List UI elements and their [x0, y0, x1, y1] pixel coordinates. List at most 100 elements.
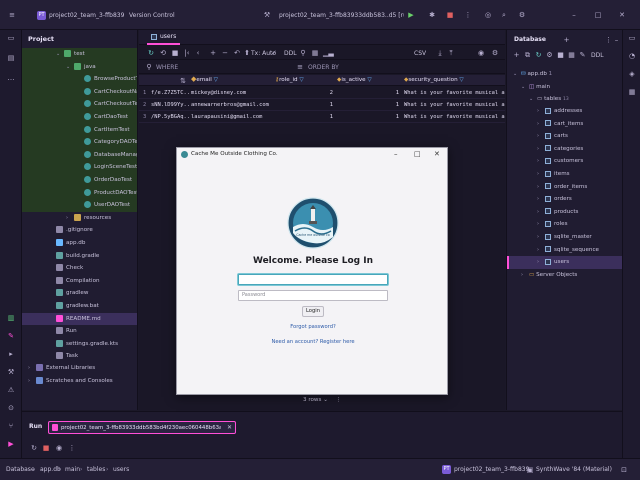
- column-nav-icon[interactable]: ⇅: [179, 77, 187, 85]
- grid-icon[interactable]: ▦: [311, 49, 319, 57]
- db-main-schema[interactable]: ⌄ ◫ main: [521, 81, 550, 94]
- chevron-right-icon[interactable]: ›: [537, 206, 545, 219]
- debug-icon[interactable]: ✱: [428, 11, 436, 19]
- chevron-right-icon[interactable]: ›: [537, 143, 545, 156]
- run-icon[interactable]: ▶: [407, 11, 415, 19]
- db-table-item[interactable]: › order_items: [507, 181, 622, 194]
- email-field[interactable]: [238, 274, 388, 285]
- db-table-item[interactable]: › items: [507, 168, 622, 181]
- project-tree-item[interactable]: gradlew.bat: [22, 300, 137, 313]
- project-tree-item[interactable]: DatabaseManager: [22, 148, 137, 162]
- minimize-icon[interactable]: –: [570, 11, 578, 19]
- ddl-button[interactable]: DDL: [284, 50, 297, 57]
- cell-role-id[interactable]: 1: [275, 111, 333, 123]
- project-tree-item[interactable]: › resources: [22, 212, 137, 225]
- project-panel-title[interactable]: Project: [22, 30, 137, 48]
- refresh-icon[interactable]: ↻: [147, 49, 155, 57]
- chevron-right-icon[interactable]: ›: [537, 105, 545, 118]
- login-button[interactable]: Login: [302, 306, 324, 317]
- run-tab[interactable]: project02_team_3-ffb83933ddb583bd4f230ae…: [48, 421, 236, 434]
- first-page-icon[interactable]: |‹: [183, 49, 191, 57]
- project-tree-item[interactable]: UserDAOTest: [22, 199, 137, 212]
- cell-is-active[interactable]: 1: [337, 87, 399, 99]
- project-tree-item[interactable]: CategoryDAOTest: [22, 136, 137, 149]
- db-table-item[interactable]: › categories: [507, 143, 622, 156]
- db-settings-icon[interactable]: ⚙: [546, 51, 553, 59]
- db-copy-icon[interactable]: ⧉: [524, 51, 531, 59]
- settings-icon[interactable]: ⚙: [518, 11, 526, 19]
- chevron-right-icon[interactable]: ›: [537, 231, 545, 244]
- column-header-security-question[interactable]: ◆security_question ▽: [404, 75, 464, 86]
- add-icon[interactable]: +: [563, 36, 570, 44]
- breadcrumb-item[interactable]: users: [113, 466, 129, 473]
- chevron-right-icon[interactable]: ›: [537, 130, 545, 143]
- dialog-close-icon[interactable]: ✕: [434, 148, 440, 161]
- cell-is-active[interactable]: 1: [337, 111, 399, 123]
- where-input[interactable]: WHERE: [156, 64, 178, 71]
- run-tool-icon[interactable]: ▶: [6, 440, 16, 448]
- more-icon[interactable]: ⋮: [464, 11, 472, 19]
- db-edit-icon[interactable]: ✎: [579, 51, 586, 59]
- database-tool-icon[interactable]: ▥: [6, 314, 16, 322]
- version-control-menu[interactable]: Version Control: [129, 12, 175, 19]
- run-more-icon[interactable]: ⋮: [68, 444, 76, 452]
- forgot-password-link[interactable]: Forgot password?: [177, 324, 449, 330]
- add-row-icon[interactable]: +: [209, 49, 217, 57]
- db-table-item[interactable]: › sqlite_master: [507, 231, 622, 244]
- more-icon[interactable]: ⋮: [605, 36, 612, 44]
- breadcrumb-item[interactable]: Database: [6, 466, 35, 473]
- password-field[interactable]: Password: [238, 290, 388, 301]
- db-ddl-button[interactable]: DDL: [591, 52, 604, 59]
- stop-query-icon[interactable]: ■: [171, 49, 179, 57]
- run-view-icon[interactable]: ◉: [55, 444, 63, 452]
- table-row[interactable]: 3/NP.5yBGAq... laurapausini@gmail.com 1 1 Wh…: [139, 111, 505, 123]
- project-tree-item[interactable]: CartCheckoutNavi: [22, 85, 137, 99]
- breadcrumb-item[interactable]: tables: [87, 466, 105, 473]
- project-tree-item[interactable]: CartCheckoutTest: [22, 98, 137, 111]
- project-tree-item[interactable]: CartDaoTest: [22, 111, 137, 124]
- project-tree-item[interactable]: build.gradle: [22, 250, 137, 263]
- gradle-icon[interactable]: ◈: [627, 70, 637, 78]
- project-name[interactable]: project02_team_3-ffb839: [49, 12, 124, 19]
- editor-settings-icon[interactable]: ⚙: [491, 49, 499, 57]
- filter-funnel-icon[interactable]: ▽: [459, 77, 463, 83]
- project-tool-icon[interactable]: ▭: [6, 34, 16, 42]
- cell-id[interactable]: /NP.5yBGAq...: [151, 111, 189, 123]
- chart-icon[interactable]: ▁▃: [323, 49, 334, 57]
- project-tree-item[interactable]: BrowseProductTest: [22, 73, 137, 86]
- project-tree-item[interactable]: CartItemTest: [22, 123, 137, 137]
- ai-side-icon[interactable]: ▦: [627, 88, 637, 96]
- prev-page-icon[interactable]: ‹: [194, 49, 202, 57]
- search-icon[interactable]: ⌕: [500, 11, 508, 19]
- db-table-item[interactable]: › carts: [507, 130, 622, 143]
- edit-tool-icon[interactable]: ✎: [6, 332, 16, 340]
- db-table-item[interactable]: › sqlite_sequence: [507, 244, 622, 257]
- filter-icon[interactable]: ⚲: [299, 49, 307, 57]
- structure-tool-icon[interactable]: ▤: [6, 54, 16, 62]
- scratches-consoles[interactable]: › Scratches and Consoles: [28, 375, 113, 388]
- stop-icon[interactable]: ■: [446, 11, 454, 19]
- chevron-right-icon[interactable]: ›: [537, 218, 545, 231]
- services-tool-icon[interactable]: ⊙: [6, 404, 16, 412]
- project-tree-item[interactable]: app.db: [22, 237, 137, 250]
- project-tree-item[interactable]: Run: [22, 325, 137, 338]
- chevron-right-icon[interactable]: ›: [537, 244, 545, 257]
- project-tree-item[interactable]: Compilation: [22, 275, 137, 288]
- terminal-tool-icon[interactable]: ▸: [6, 350, 16, 358]
- cell-security-question[interactable]: What is your favorite musical a: [404, 111, 505, 123]
- table-row[interactable]: 1 f/e.Z7Z5TC... mickey@disney.com 2 1 What is…: [139, 87, 505, 99]
- ai-assistant-icon[interactable]: ◎: [484, 11, 492, 19]
- chevron-icon[interactable]: ›: [66, 212, 74, 225]
- database-side-icon[interactable]: ◔: [627, 52, 637, 60]
- order-by-input[interactable]: ORDER BY: [308, 64, 339, 71]
- column-header-is-active[interactable]: ◆is_active ▽: [337, 75, 372, 86]
- db-table-item[interactable]: › customers: [507, 155, 622, 168]
- project-tree-item[interactable]: README.md: [22, 312, 137, 326]
- chevron-right-icon[interactable]: ›: [537, 256, 545, 269]
- project-tree-item[interactable]: OrderDaoTest: [22, 174, 137, 187]
- db-table-item[interactable]: › cart_items: [507, 118, 622, 131]
- db-table-item[interactable]: › users: [507, 256, 622, 269]
- cell-id[interactable]: f/e.Z7Z5TC...: [151, 87, 189, 99]
- chevron-right-icon[interactable]: ›: [537, 118, 545, 131]
- history-icon[interactable]: ⟲: [159, 49, 167, 57]
